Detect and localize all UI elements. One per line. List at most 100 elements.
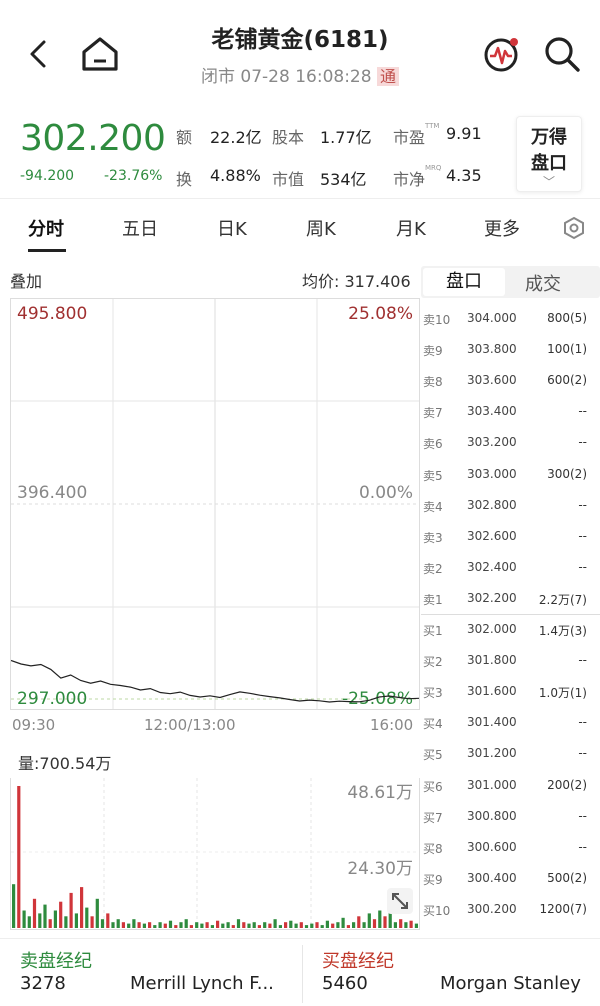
volume-bar [367, 913, 371, 928]
level-quantity: 1200(7) [539, 901, 587, 916]
level-quantity: -- [578, 528, 587, 543]
level-label: 卖7 [423, 406, 443, 421]
bid-row[interactable]: 买8 300.600 -- [421, 832, 597, 863]
level-quantity: 1.4万(3) [538, 624, 587, 638]
volume-bar [43, 904, 47, 928]
level-price: 301.000 [467, 777, 517, 792]
bid-row[interactable]: 买3 301.600 1.0万(1) [421, 676, 597, 707]
volume-axis-mid: 24.30万 [347, 859, 413, 879]
volume-bar [325, 920, 329, 928]
volume-bar [22, 910, 26, 928]
volume-bar [294, 923, 298, 928]
intraday-price-chart[interactable]: 495.800 396.400 297.000 25.08% 0.00% -25… [10, 298, 420, 710]
stat-value: 534亿 [320, 170, 367, 189]
volume-bar [341, 917, 345, 928]
home-icon[interactable] [80, 36, 120, 72]
level-label: 买5 [423, 748, 443, 763]
volume-bar [189, 925, 193, 928]
pulse-icon[interactable] [482, 36, 520, 74]
level-price: 302.800 [467, 497, 517, 512]
wind-orderbook-button[interactable]: 万得 盘口 ﹀ [516, 116, 582, 192]
tab-trades[interactable]: 成交 [525, 270, 561, 296]
volume-bar [127, 923, 131, 928]
level-quantity: -- [578, 808, 587, 823]
level-price: 303.600 [467, 373, 517, 388]
volume-bar [179, 922, 183, 928]
level-label: 卖4 [423, 499, 443, 514]
volume-bar [85, 907, 89, 928]
broker-bar[interactable]: 卖盘经纪 3278 Merrill Lynch F... 买盘经纪 5460 M… [0, 938, 600, 1006]
tab-orderbook[interactable]: 盘口 [423, 268, 505, 296]
price-change: -94.200 [20, 168, 75, 184]
bid-row[interactable]: 买7 300.800 -- [421, 801, 597, 832]
tab-weekly-k[interactable]: 周K [306, 215, 336, 241]
bid-row[interactable]: 买4 301.400 -- [421, 707, 597, 738]
ask-row[interactable]: 卖1 302.200 2.2万(7) [421, 583, 597, 614]
bid-row[interactable]: 买2 301.800 -- [421, 645, 597, 676]
bid-row[interactable]: 买9 300.400 500(2) [421, 863, 597, 894]
volume-chart[interactable]: 48.61万 24.30万 [10, 778, 420, 930]
sell-broker-name: Merrill Lynch F... [130, 973, 274, 994]
time-start: 09:30 [12, 716, 56, 734]
volume-bar [195, 922, 199, 928]
level-price: 300.400 [467, 870, 517, 885]
ask-row[interactable]: 卖4 302.800 -- [421, 490, 597, 521]
wind-label: 万得 [531, 127, 567, 148]
pct-axis-mid: 0.00% [359, 483, 413, 503]
ask-row[interactable]: 卖5 303.000 300(2) [421, 459, 597, 490]
level-label: 买2 [423, 655, 443, 670]
buy-broker-code: 5460 [322, 973, 368, 994]
tab-monthly-k[interactable]: 月K [396, 215, 426, 241]
search-icon[interactable] [542, 34, 582, 74]
volume-bar [278, 925, 282, 928]
level-label: 卖3 [423, 530, 443, 545]
tab-five-day[interactable]: 五日 [122, 215, 158, 241]
level-label: 卖9 [423, 344, 443, 359]
ask-row[interactable]: 卖6 303.200 -- [421, 427, 597, 458]
ask-row[interactable]: 卖7 303.400 -- [421, 396, 597, 427]
tab-daily-k[interactable]: 日K [217, 215, 247, 241]
volume-bar [106, 913, 110, 928]
back-arrow-icon[interactable] [24, 38, 56, 70]
tab-more[interactable]: 更多 [484, 215, 520, 241]
level-quantity: -- [578, 746, 587, 761]
level-label: 卖1 [423, 592, 443, 607]
stat-label: 额 [176, 128, 193, 147]
volume-bar [263, 922, 267, 928]
level-price: 301.200 [467, 746, 517, 761]
bid-row[interactable]: 买5 301.200 -- [421, 738, 597, 769]
ask-row[interactable]: 卖2 302.400 -- [421, 552, 597, 583]
tab-intraday[interactable]: 分时 [28, 215, 64, 241]
expand-icon[interactable] [387, 888, 413, 914]
volume-bar [284, 922, 288, 928]
level-label: 买6 [423, 779, 443, 794]
ask-row[interactable]: 卖9 303.800 100(1) [421, 334, 597, 365]
bid-row[interactable]: 买1 302.000 1.4万(3) [421, 614, 597, 645]
volume-bar [38, 913, 42, 928]
ask-row[interactable]: 卖3 302.600 -- [421, 521, 597, 552]
volume-axis-top: 48.61万 [347, 783, 413, 803]
volume-bar [153, 925, 157, 928]
volume-bar [121, 922, 125, 928]
volume-bar [242, 922, 246, 928]
volume-bar [247, 923, 251, 928]
ask-row[interactable]: 卖10 304.000 800(5) [421, 303, 597, 334]
pct-axis-top: 25.08% [348, 304, 413, 324]
bid-row[interactable]: 买10 300.200 1200(7) [421, 894, 597, 925]
bid-row[interactable]: 买6 301.000 200(2) [421, 770, 597, 801]
ask-row[interactable]: 卖8 303.600 600(2) [421, 365, 597, 396]
volume-bar [216, 920, 220, 928]
volume-bar [53, 910, 57, 928]
broker-divider [302, 945, 303, 1003]
level-quantity: -- [578, 653, 587, 668]
volume-bar [116, 919, 120, 928]
stat-value: 1.77亿 [320, 128, 372, 147]
volume-bar [320, 925, 324, 928]
price-change-pct: -23.76% [104, 168, 163, 184]
overlay-button[interactable]: 叠加 [10, 268, 42, 292]
settings-hex-icon[interactable] [562, 216, 586, 240]
level-price: 302.600 [467, 528, 517, 543]
volume-bar [383, 916, 387, 928]
level-quantity: 1.0万(1) [538, 686, 587, 701]
stat-label: 换 [176, 170, 193, 189]
